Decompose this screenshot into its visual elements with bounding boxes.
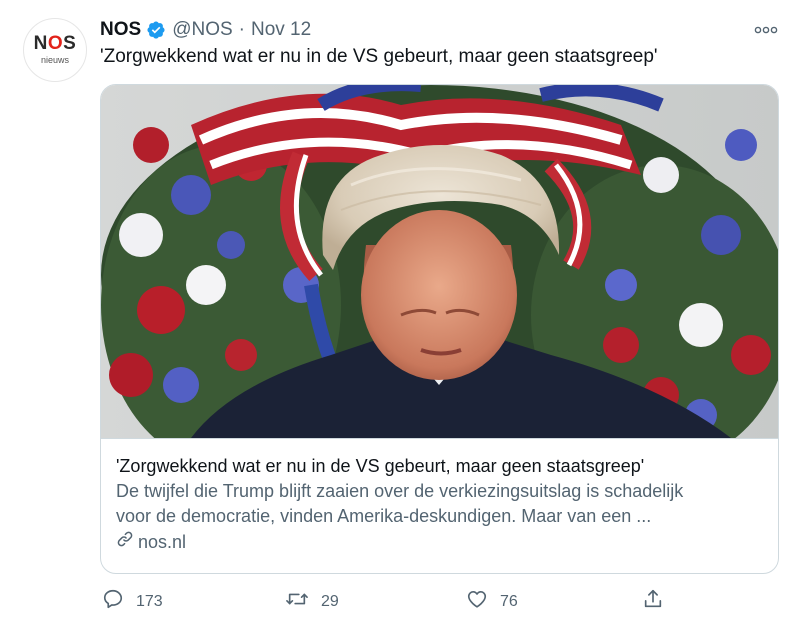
card-domain-text: nos.nl bbox=[138, 532, 187, 552]
card-domain: nos.nl bbox=[116, 530, 764, 554]
retweet-count: 29 bbox=[321, 592, 339, 610]
card-body: 'Zorgwekkend wat er nu in de VS gebeurt,… bbox=[116, 454, 764, 554]
share-icon bbox=[642, 588, 676, 615]
heart-icon bbox=[466, 588, 500, 615]
share-button[interactable] bbox=[642, 588, 676, 615]
reply-count: 173 bbox=[136, 592, 163, 610]
tweet-header: NOS @NOS · Nov 12 bbox=[100, 17, 311, 43]
more-options-icon[interactable] bbox=[754, 22, 778, 38]
avatar-subtitle: nieuws bbox=[40, 54, 69, 65]
retweet-button[interactable]: 29 bbox=[285, 588, 339, 615]
tweet-actions: 173 29 76 bbox=[100, 588, 680, 614]
tweet-text: 'Zorgwekkend wat er nu in de VS gebeurt,… bbox=[100, 46, 658, 67]
like-count: 76 bbox=[500, 592, 518, 610]
card-description-line-1: De twijfel die Trump blijft zaaien over … bbox=[116, 481, 684, 501]
account-name[interactable]: NOS bbox=[100, 19, 141, 41]
reply-icon bbox=[102, 588, 136, 615]
nos-logo: NOS bbox=[33, 32, 77, 54]
card-description-line-2: voor de democratie, vinden Amerika-desku… bbox=[116, 506, 652, 526]
link-icon bbox=[116, 530, 138, 554]
card-title: 'Zorgwekkend wat er nu in de VS gebeurt,… bbox=[116, 456, 645, 476]
like-button[interactable]: 76 bbox=[466, 588, 518, 615]
tweet[interactable]: NOS nieuws NOS @NOS · Nov 12 'Zorgwekken… bbox=[0, 0, 800, 628]
retweet-icon bbox=[285, 588, 321, 615]
avatar[interactable]: NOS nieuws bbox=[23, 18, 87, 82]
separator-dot: · bbox=[238, 19, 245, 40]
verified-badge-icon bbox=[146, 20, 166, 40]
tweet-date[interactable]: Nov 12 bbox=[251, 19, 311, 41]
account-handle[interactable]: @NOS bbox=[172, 19, 232, 41]
link-card[interactable]: 'Zorgwekkend wat er nu in de VS gebeurt,… bbox=[100, 84, 779, 574]
reply-button[interactable]: 173 bbox=[102, 588, 163, 615]
card-image[interactable] bbox=[101, 85, 778, 465]
